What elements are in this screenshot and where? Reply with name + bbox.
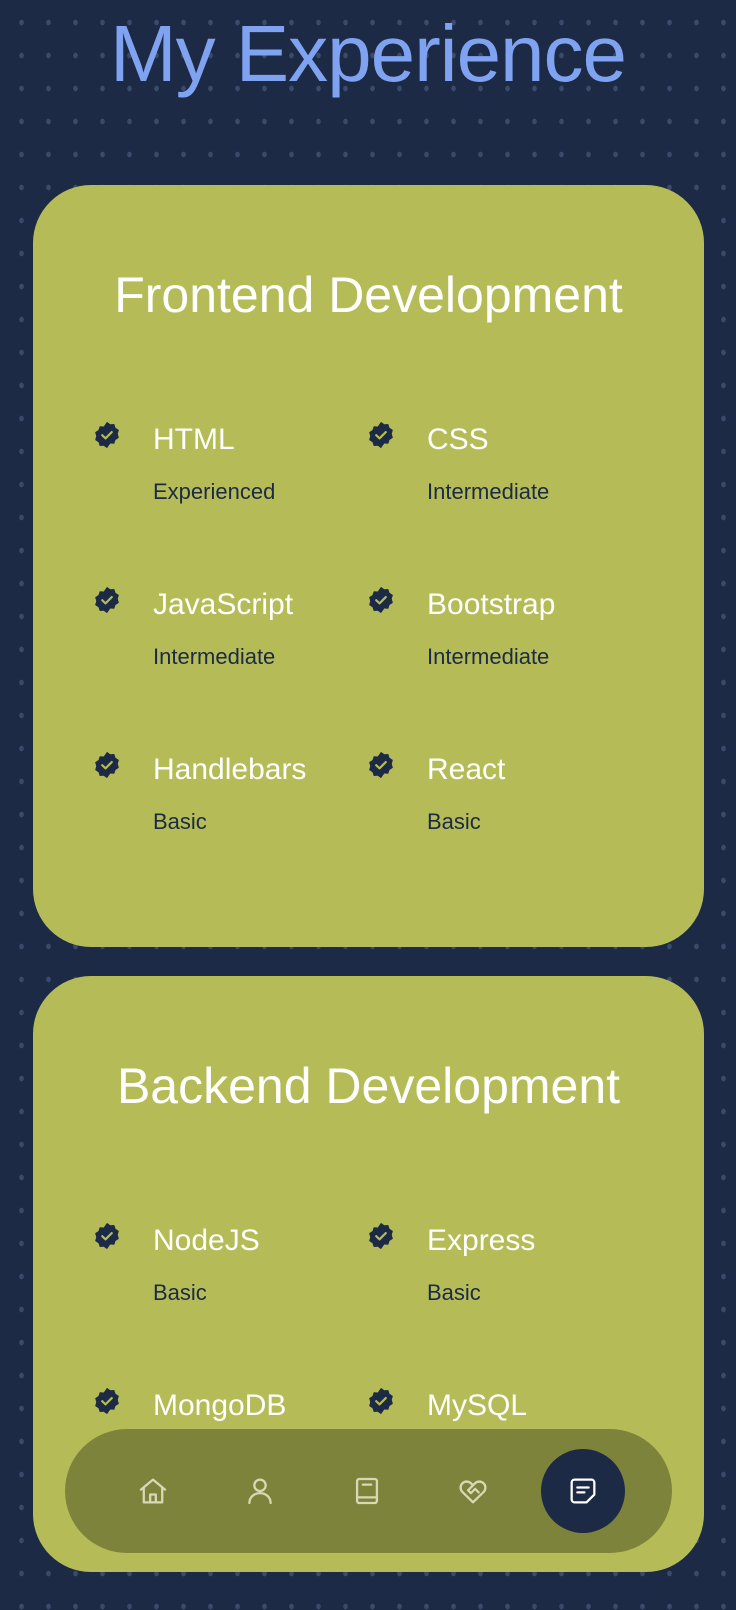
skill-name: React	[427, 753, 506, 786]
skill-item-react: React Basic	[307, 750, 557, 860]
verified-badge-icon	[369, 421, 393, 449]
skill-item-css: CSS Intermediate	[307, 420, 557, 530]
bottom-nav	[65, 1429, 672, 1553]
backend-title: Backend Development	[116, 1058, 621, 1114]
verified-badge-icon	[369, 1222, 393, 1250]
skill-level: Basic	[153, 809, 207, 834]
skill-level: Intermediate	[427, 479, 550, 504]
handshake-icon	[459, 1480, 487, 1504]
nav-services[interactable]	[431, 1449, 515, 1533]
skill-name: HTML	[153, 423, 235, 456]
verified-badge-icon	[95, 421, 119, 449]
skill-name: MongoDB	[153, 1389, 287, 1422]
verified-badge-icon	[369, 586, 393, 614]
verified-badge-icon	[95, 586, 119, 614]
frontend-card: Frontend Development HTML Experienced CS…	[33, 185, 704, 947]
skill-name: CSS	[427, 423, 489, 456]
skill-item-bootstrap: Bootstrap Intermediate	[307, 585, 557, 695]
verified-badge-icon	[95, 751, 119, 779]
message-icon	[570, 1478, 596, 1504]
nav-resume[interactable]	[325, 1449, 409, 1533]
skill-item-nodejs: NodeJS Basic	[33, 1221, 283, 1331]
skill-item-express: Express Basic	[307, 1221, 557, 1331]
skill-name: MySQL	[427, 1389, 528, 1422]
skill-name: Bootstrap	[427, 588, 556, 621]
skill-level: Basic	[427, 1280, 481, 1305]
verified-badge-icon	[95, 1387, 119, 1415]
verified-badge-icon	[369, 751, 393, 779]
page-title: My Experience	[109, 9, 627, 98]
skill-item-javascript: JavaScript Intermediate	[33, 585, 293, 695]
home-icon	[139, 1478, 167, 1504]
skill-name: Express	[427, 1224, 536, 1257]
skill-name: Handlebars	[153, 753, 307, 786]
nav-about[interactable]	[218, 1449, 302, 1533]
book-icon	[355, 1477, 379, 1505]
skill-level: Intermediate	[427, 644, 550, 669]
skill-level: Basic	[153, 1280, 207, 1305]
nav-contact[interactable]	[541, 1449, 625, 1533]
verified-badge-icon	[369, 1387, 393, 1415]
skill-item-handlebars: Handlebars Basic	[33, 750, 306, 860]
user-icon	[248, 1478, 272, 1505]
nav-home[interactable]	[111, 1449, 195, 1533]
verified-badge-icon	[95, 1222, 119, 1250]
skill-level: Basic	[427, 809, 481, 834]
skill-name: NodeJS	[153, 1224, 260, 1257]
skill-name: JavaScript	[153, 588, 294, 621]
skill-level: Intermediate	[153, 644, 276, 669]
skill-item-html: HTML Experienced	[33, 420, 283, 530]
skill-level: Experienced	[153, 479, 276, 504]
frontend-title: Frontend Development	[114, 267, 623, 323]
